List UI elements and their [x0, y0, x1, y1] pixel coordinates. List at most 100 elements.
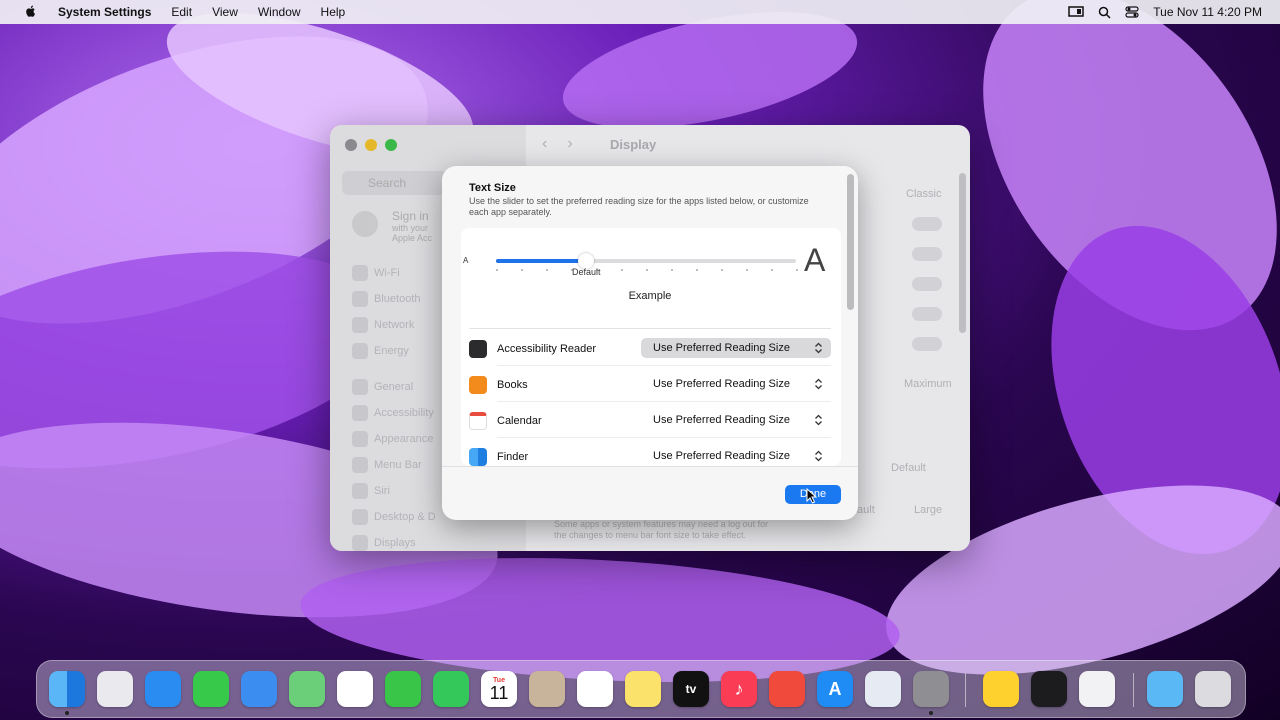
menu-window[interactable]: Window — [248, 5, 311, 19]
calendar-dock-icon[interactable]: Tue 11 — [481, 671, 517, 707]
menu-help[interactable]: Help — [311, 5, 356, 19]
chevron-up-down-icon — [815, 450, 822, 462]
window-controls — [345, 139, 397, 151]
slider-tick — [646, 269, 648, 271]
app-name: Accessibility Reader — [497, 343, 597, 355]
slider-tick — [721, 269, 723, 271]
app-row-calendar: Calendar Use Preferred Reading Size — [469, 402, 831, 438]
minimize-button[interactable] — [365, 139, 377, 151]
dock-divider — [1133, 673, 1134, 707]
rocket-app-icon[interactable] — [769, 671, 805, 707]
toggle-2[interactable] — [912, 247, 942, 261]
slider-large-a-label: A — [804, 242, 826, 278]
menu-app-name[interactable]: System Settings — [48, 5, 161, 19]
divider — [469, 328, 831, 329]
slider-tick — [546, 269, 548, 271]
downloads-folder-icon[interactable] — [1147, 671, 1183, 707]
slider-small-a-label: A — [463, 256, 469, 265]
running-indicator — [929, 711, 933, 715]
messages-icon[interactable] — [193, 671, 229, 707]
close-button[interactable] — [345, 139, 357, 151]
reading-size-select[interactable]: Use Preferred Reading Size — [641, 410, 831, 430]
reading-size-select[interactable]: Use Preferred Reading Size — [641, 446, 831, 466]
notes-icon[interactable] — [625, 671, 661, 707]
text-size-slider[interactable] — [496, 253, 796, 269]
zoom-button[interactable] — [385, 139, 397, 151]
sign-in-sub: with your — [392, 223, 429, 233]
slider-tick — [521, 269, 523, 271]
preview-icon[interactable] — [1079, 671, 1115, 707]
system-settings-dock-icon[interactable] — [913, 671, 949, 707]
phone-icon[interactable] — [433, 671, 469, 707]
sign-in-label: Sign in — [392, 209, 429, 223]
app-row-accessibility-reader: Accessibility Reader Use Preferred Readi… — [469, 330, 831, 366]
apple-tv-icon[interactable]: tv — [673, 671, 709, 707]
navigation-buttons: ‹ › — [542, 135, 573, 153]
safari-icon[interactable] — [145, 671, 181, 707]
dialog-footer-divider — [442, 466, 858, 467]
appearance-icon — [352, 431, 368, 447]
menu-view[interactable]: View — [202, 5, 248, 19]
app-name: Calendar — [497, 415, 542, 427]
appearance-option-classic[interactable]: Classic — [906, 188, 941, 200]
calendar-day: 11 — [489, 682, 509, 703]
back-chevron-icon[interactable]: ‹ — [542, 135, 547, 153]
tips-icon[interactable] — [983, 671, 1019, 707]
select-value: Use Preferred Reading Size — [653, 450, 790, 462]
slider-tick — [621, 269, 623, 271]
facetime-icon[interactable] — [385, 671, 421, 707]
dock: Tue 11 tv ♪ A — [36, 660, 1246, 718]
search-placeholder: Search — [368, 176, 407, 190]
books-icon — [469, 376, 487, 394]
slider-tick — [671, 269, 673, 271]
desktop-dock-icon — [352, 509, 368, 525]
control-center-icon[interactable] — [1125, 6, 1139, 18]
menu-edit[interactable]: Edit — [161, 5, 202, 19]
mail-icon[interactable] — [241, 671, 277, 707]
calendar-icon — [469, 412, 487, 430]
trash-icon[interactable] — [1195, 671, 1231, 707]
launchpad-icon[interactable] — [97, 671, 133, 707]
app-row-books: Books Use Preferred Reading Size — [469, 366, 831, 402]
toggle-4[interactable] — [912, 307, 942, 321]
chevron-up-down-icon — [815, 378, 822, 390]
main-scrollbar[interactable] — [959, 173, 966, 333]
toggle-5[interactable] — [912, 337, 942, 351]
slider-tick — [696, 269, 698, 271]
maps-icon[interactable] — [289, 671, 325, 707]
forward-chevron-icon[interactable]: › — [567, 135, 572, 153]
text-size-default-link[interactable]: Default — [891, 462, 926, 474]
dialog-title: Text Size — [469, 182, 516, 194]
dock-divider — [965, 673, 966, 707]
running-indicator — [65, 711, 69, 715]
displays-icon — [352, 535, 368, 551]
app-store-icon[interactable]: A — [817, 671, 853, 707]
reading-size-select[interactable]: Use Preferred Reading Size — [641, 374, 831, 394]
numbers-style-icon[interactable] — [1031, 671, 1067, 707]
reminders-icon[interactable] — [577, 671, 613, 707]
screen-mirroring-icon[interactable] — [1068, 6, 1085, 18]
menu-clock[interactable]: Tue Nov 11 4:20 PM — [1153, 5, 1262, 19]
slider-max-label: Maximum — [904, 378, 952, 390]
reading-size-select[interactable]: Use Preferred Reading Size — [641, 338, 831, 358]
energy-icon — [352, 343, 368, 359]
bluetooth-icon — [352, 291, 368, 307]
select-value: Use Preferred Reading Size — [653, 378, 790, 390]
slider-fill — [496, 259, 586, 263]
slider-tick — [796, 269, 798, 271]
dialog-description: Use the slider to set the preferred read… — [469, 196, 809, 217]
iphone-mirroring-icon[interactable] — [865, 671, 901, 707]
spotlight-search-icon[interactable] — [1098, 6, 1111, 19]
music-icon[interactable]: ♪ — [721, 671, 757, 707]
apple-menu[interactable] — [14, 4, 48, 21]
toggle-1[interactable] — [912, 217, 942, 231]
photos-icon[interactable] — [337, 671, 373, 707]
menu-bar-icon — [352, 457, 368, 473]
contacts-icon[interactable] — [529, 671, 565, 707]
avatar — [352, 211, 378, 237]
finder-dock-icon[interactable] — [49, 671, 85, 707]
menu-bar-size-large[interactable]: Large — [914, 504, 942, 516]
siri-icon — [352, 483, 368, 499]
toggle-3[interactable] — [912, 277, 942, 291]
mouse-pointer-icon — [806, 488, 818, 504]
